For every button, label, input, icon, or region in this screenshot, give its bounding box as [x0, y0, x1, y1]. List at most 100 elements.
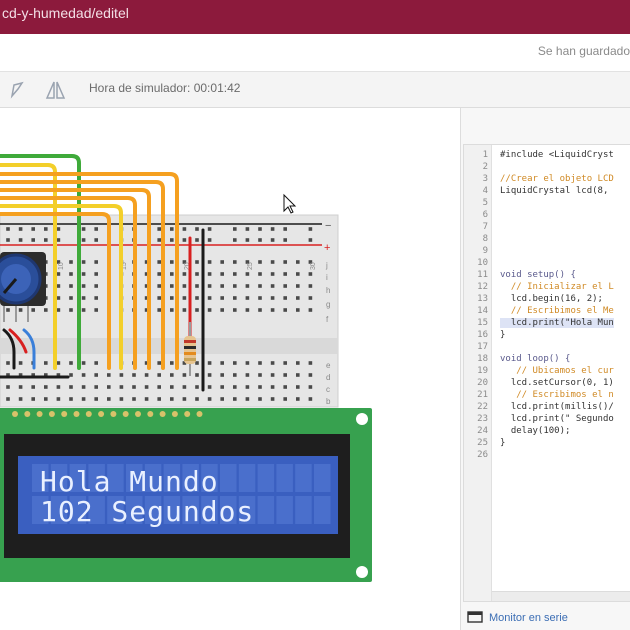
- breadboard-hole: [296, 272, 300, 276]
- lcd-pin: [12, 411, 18, 417]
- breadboard-hole: [270, 238, 275, 242]
- breadboard-hole: [132, 385, 136, 389]
- line-number: 18: [477, 354, 488, 364]
- breadboard-hole: [94, 296, 98, 300]
- mouse-cursor-icon: [283, 193, 297, 214]
- breadboard-hole: [258, 385, 262, 389]
- breadboard-hole: [245, 272, 250, 276]
- code-line: 18 void loop() {: [464, 353, 630, 365]
- breadboard-hole: [283, 227, 287, 231]
- breadboard-hole: [31, 385, 35, 389]
- column-number: 30: [310, 262, 317, 270]
- line-number: 26: [477, 450, 488, 460]
- lcd-cell: [314, 496, 331, 524]
- breadboard-hole: [220, 397, 224, 401]
- breadboard-hole: [144, 397, 149, 401]
- line-number: 22: [477, 402, 488, 412]
- breadboard-hole: [207, 272, 212, 276]
- horizontal-scrollbar[interactable]: [492, 591, 630, 601]
- breadboard-hole: [56, 272, 61, 276]
- code-text: lcd.print("Hola Mun: [500, 318, 614, 328]
- breadboard-hole: [182, 227, 187, 231]
- code-text: lcd.begin(16, 2);: [500, 294, 603, 304]
- breadboard-hole: [94, 260, 98, 264]
- row-letter: e: [326, 361, 331, 370]
- breadboard-hole: [56, 296, 61, 300]
- url-text: cd-y-humedad/editel: [2, 5, 129, 21]
- breadboard-hole: [107, 385, 111, 389]
- serial-monitor-button[interactable]: Monitor en serie: [467, 606, 630, 630]
- address-bar[interactable]: cd-y-humedad/editel: [0, 0, 630, 34]
- note-icon[interactable]: [4, 77, 30, 103]
- breadboard-hole: [207, 284, 212, 288]
- breadboard-hole: [144, 385, 149, 389]
- breadboard-hole: [270, 373, 275, 377]
- breadboard-hole: [245, 238, 250, 242]
- breadboard-hole: [270, 385, 275, 389]
- breadboard-hole: [283, 361, 287, 365]
- breadboard-hole: [157, 238, 161, 242]
- code-line: 1 #include <LiquidCryst: [464, 149, 630, 161]
- editor-header: Se han guardado: [0, 34, 630, 72]
- breadboard-hole: [18, 227, 23, 231]
- circuit-canvas[interactable]: − + 10 15 20 25 30 f g h i j e d c b Hol…: [0, 108, 460, 630]
- code-editor[interactable]: 1 #include <LiquidCryst 2 3//Crear el objet…: [463, 144, 630, 602]
- breadboard-hole: [81, 308, 86, 312]
- line-number: 3: [482, 174, 488, 184]
- breadboard-hole: [258, 361, 262, 365]
- breadboard-hole: [296, 373, 300, 377]
- breadboard-hole: [220, 272, 224, 276]
- line-number: 16: [477, 330, 488, 340]
- breadboard-hole: [270, 284, 275, 288]
- lcd-pin: [85, 411, 92, 417]
- breadboard-hole: [94, 227, 98, 231]
- breadboard-hole: [119, 373, 124, 377]
- breadboard-hole: [296, 397, 300, 401]
- lcd-pin: [36, 411, 43, 417]
- line-number: 9: [482, 246, 488, 256]
- row-letter: g: [326, 300, 330, 309]
- breadboard-hole: [220, 373, 224, 377]
- breadboard-hole: [195, 238, 199, 242]
- breadboard-hole: [207, 397, 212, 401]
- breadboard-hole: [233, 397, 237, 401]
- code-line: 20 lcd.setCursor(0, 1): [464, 377, 630, 389]
- line-number: 24: [477, 426, 488, 436]
- breadboard-hole: [233, 227, 237, 231]
- breadboard-hole: [195, 373, 199, 377]
- breadboard-hole: [69, 385, 73, 389]
- breadboard-hole: [44, 227, 48, 231]
- breadboard-hole: [81, 238, 86, 242]
- breadboard-hole: [220, 361, 224, 365]
- line-number: 15: [477, 318, 488, 328]
- lcd-pin: [61, 411, 68, 417]
- breadboard-hole: [157, 260, 161, 264]
- flip-icon[interactable]: [42, 77, 68, 103]
- row-letter: i: [326, 273, 328, 282]
- code-text: lcd.print(" Segundo: [500, 414, 614, 424]
- breadboard-hole: [283, 385, 287, 389]
- breadboard-hole: [182, 284, 187, 288]
- breadboard-hole: [81, 385, 86, 389]
- breadboard-hole: [170, 238, 174, 242]
- lcd-cell: [257, 464, 275, 492]
- breadboard-hole: [245, 397, 250, 401]
- breadboard-hole: [132, 373, 136, 377]
- breadboard-hole: [258, 227, 262, 231]
- breadboard-hole: [69, 284, 73, 288]
- breadboard-hole: [283, 284, 287, 288]
- breadboard-hole: [157, 373, 161, 377]
- lcd-pin: [147, 411, 154, 417]
- breadboard-hole: [233, 373, 237, 377]
- row-letter: h: [326, 286, 330, 295]
- code-line: 17: [464, 341, 630, 353]
- breadboard-hole: [258, 284, 262, 288]
- breadboard-hole: [18, 238, 23, 242]
- breadboard-hole: [258, 373, 262, 377]
- breadboard-hole: [119, 385, 124, 389]
- line-number: 19: [477, 366, 488, 376]
- breadboard-hole: [6, 361, 10, 365]
- breadboard-hole: [107, 397, 111, 401]
- line-number: 20: [477, 378, 488, 388]
- circuit-drawing: − + 10 15 20 25 30 f g h i j e d c b: [0, 154, 372, 582]
